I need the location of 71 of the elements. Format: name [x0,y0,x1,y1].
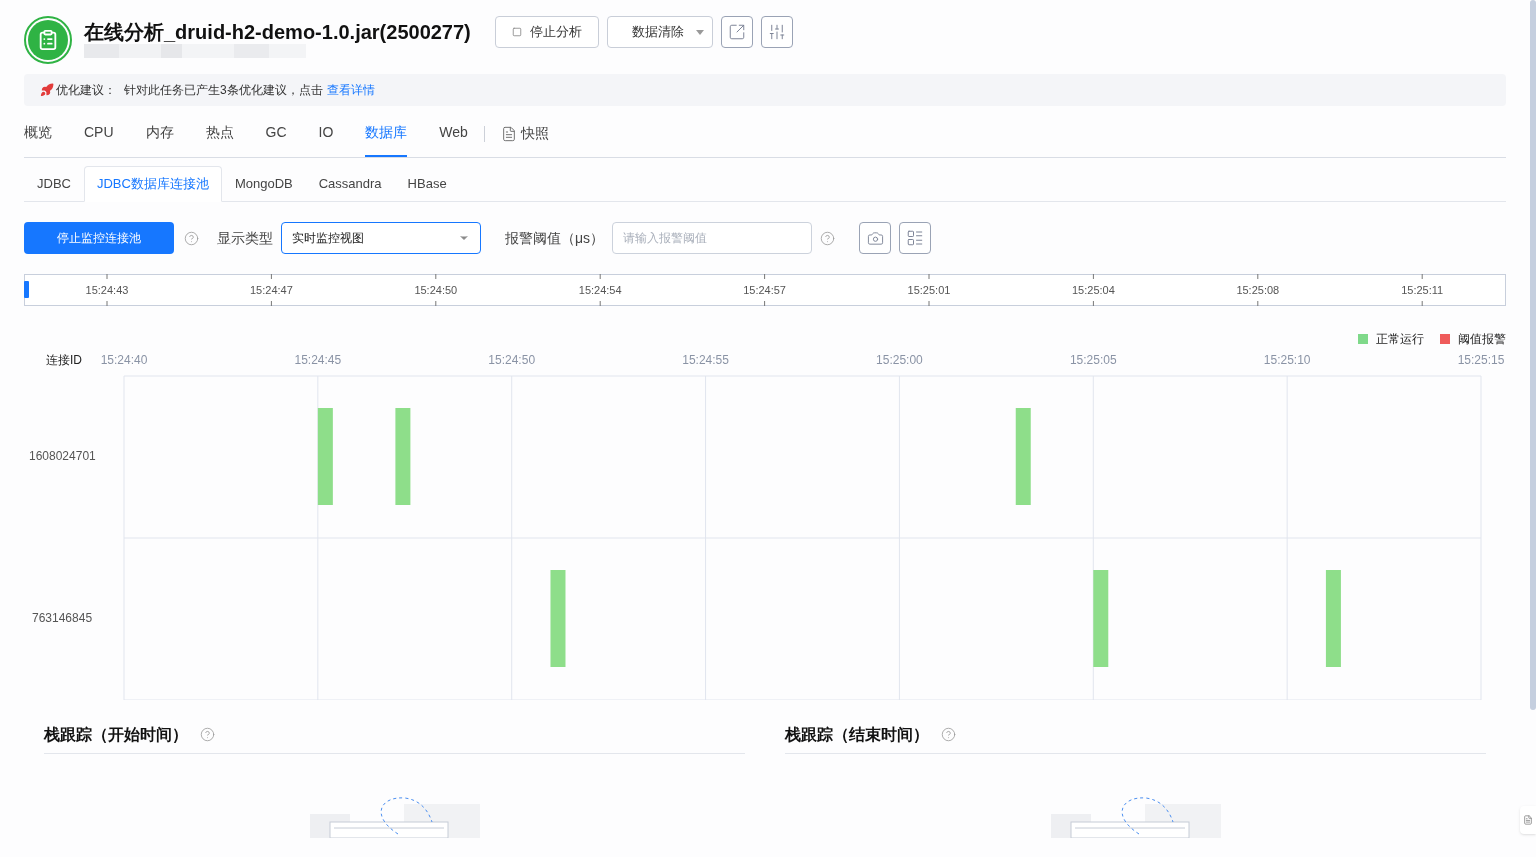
slider-handle[interactable] [24,281,29,298]
time-range-slider[interactable]: 15:24:43 15:24:47 15:24:50 15:24:54 15:24:57 15:25:01 15:25:04 15:25:08 15:25:11 [24,274,1506,306]
sub-tab[interactable]: JDBC数据库连接池 [83,166,222,202]
view-details-link[interactable]: 查看详情 [326,81,375,99]
time-label: 15:25:10 [1263,353,1311,367]
banner-text: 针对此任务已产生3条优化建议，点击 [124,82,323,99]
list-view-icon [906,229,925,247]
sliders-icon [767,23,786,41]
time-label: 15:24:55 [682,353,729,367]
camera-icon [866,229,884,247]
caret-icon [695,29,704,35]
threshold-label: 报警阈值（μs） [505,228,605,248]
scrollbar-thumb[interactable] [1530,0,1536,710]
rocket-icon [40,83,54,97]
time-label: 15:24:50 [488,353,536,367]
connection-id-label: 1608024701 [29,449,96,463]
time-label: 15:25:05 [1069,353,1117,367]
sub-tab[interactable]: Cassandra [305,166,395,201]
stop-icon [511,27,522,37]
document-icon [1523,815,1533,825]
legend-label: 阈值报警 [1458,331,1506,348]
time-tick-label: 15:24:43 [85,284,129,296]
page-title: 在线分析_druid-h2-demo-1.0.jar(2500277) [84,20,471,45]
main-tab[interactable]: Web [439,110,468,157]
help-icon[interactable] [941,727,956,742]
display-type-label: 显示类型 [217,228,273,248]
main-tab[interactable]: 数据库 [365,110,408,157]
main-tab[interactable]: GC [265,110,287,157]
display-type-select[interactable]: 实时监控视图 [281,222,481,254]
help-icon[interactable] [820,230,836,246]
screenshot-button[interactable] [859,222,892,254]
settings-button[interactable] [760,16,793,48]
time-label: 15:25:00 [876,353,923,367]
document-icon [500,125,517,142]
column-header: 连接ID [46,353,82,367]
time-tick-label: 15:24:57 [743,284,786,296]
stop-analysis-button[interactable]: 停止分析 [494,16,599,48]
help-icon[interactable] [184,230,199,246]
external-link-button[interactable] [720,16,753,48]
time-tick-label: 15:24:50 [414,284,458,296]
time-label: 15:25:15 [1457,353,1505,367]
main-tab[interactable]: 概览 [24,110,52,157]
sub-tab[interactable]: JDBC [24,166,84,201]
time-tick-label: 15:24:47 [250,284,293,296]
banner-label: 优化建议： [56,82,116,99]
time-tick-label: 15:25:01 [907,284,951,296]
time-tick-label: 15:24:54 [578,284,622,296]
legend-label: 正常运行 [1376,331,1424,348]
external-link-icon [727,23,746,41]
sub-tab[interactable]: HBase [394,166,460,201]
main-tab[interactable]: 热点 [205,110,234,157]
floating-doc-button[interactable] [1520,806,1536,834]
time-tick-label: 15:25:04 [1072,284,1115,296]
snapshot-tab[interactable]: 快照 [500,110,549,157]
sub-tab[interactable]: MongoDB [221,166,306,201]
connection-id-label: 763146845 [32,611,93,625]
time-label: 15:24:45 [294,353,342,367]
main-tab[interactable]: 内存 [145,110,174,157]
time-tick-label: 15:25:11 [1401,284,1444,296]
help-icon[interactable] [200,727,215,742]
clear-data-dropdown[interactable]: 数据清除 [606,16,713,48]
section-title: 栈跟踪（开始时间） [44,724,188,745]
list-view-button[interactable] [899,222,932,254]
main-tab[interactable]: CPU [84,110,114,157]
time-tick-label: 15:25:08 [1236,284,1280,296]
stop-monitor-button[interactable]: 停止监控连接池 [24,222,174,254]
time-label: 15:24:40 [100,353,148,367]
section-title: 栈跟踪（结束时间） [785,724,929,745]
threshold-input[interactable]: 请输入报警阈值 [612,222,813,254]
main-tab[interactable]: IO [318,110,334,157]
app-logo-icon [24,16,72,64]
